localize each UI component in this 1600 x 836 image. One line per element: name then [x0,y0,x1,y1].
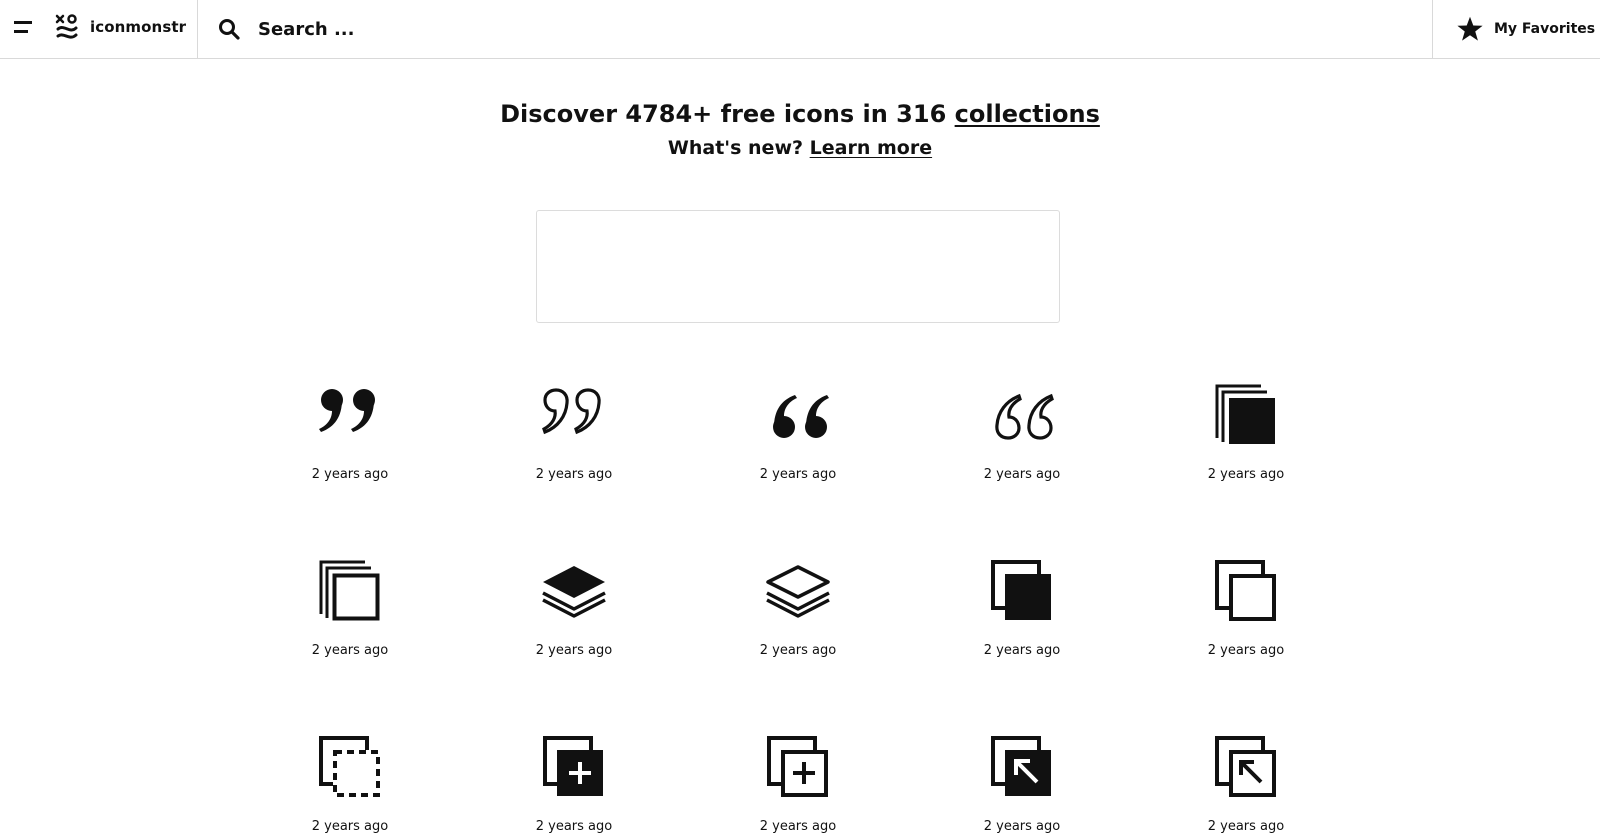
icon-timestamp: 2 years ago [311,819,389,834]
copy-filled-icon [991,560,1051,620]
copy-dashed-icon [319,736,380,797]
icon-card[interactable]: 2 years ago [942,380,1102,484]
icon-timestamp: 2 years ago [983,467,1061,482]
icon-timestamp: 2 years ago [759,643,837,658]
brand-logo-link[interactable]: iconmonstr [54,12,186,42]
collections-link[interactable]: collections [955,100,1100,128]
icon-card[interactable]: 2 years ago [942,732,1102,836]
header-divider [197,0,198,58]
icon-card[interactable]: 2 years ago [942,556,1102,660]
hero-title: Discover 4784+ free icons in 316 collect… [0,96,1600,132]
icon-timestamp: 2 years ago [1207,643,1285,658]
icon-timestamp: 2 years ago [1207,467,1285,482]
icon-card[interactable]: 2 years ago [1166,380,1326,484]
icon-timestamp: 2 years ago [535,819,613,834]
icon-card[interactable]: 2 years ago [718,732,878,836]
quote-close-filled-icon [319,389,375,432]
quote-close-outline-icon [542,388,601,435]
icon-card[interactable]: 2 years ago [270,732,430,836]
copy-arrow-outline-icon [1215,736,1276,797]
icon-card[interactable]: 2 years ago [494,556,654,660]
icon-timestamp: 2 years ago [1207,819,1285,834]
hero-subtitle: What's new? Learn more [0,132,1600,164]
hamburger-menu-icon[interactable] [12,18,34,38]
quote-open-filled-icon [773,395,829,438]
icon-card[interactable]: 2 years ago [1166,556,1326,660]
iconmonstr-logo-icon [55,14,78,39]
ad-placeholder [536,210,1060,323]
learn-more-link[interactable]: Learn more [810,137,932,159]
icon-timestamp: 2 years ago [311,467,389,482]
copy-add-outline-icon [767,736,828,797]
icon-card[interactable]: 2 years ago [718,556,878,660]
my-favorites-label: My Favorites [1494,21,1596,37]
star-icon [1457,16,1483,41]
search-bar[interactable] [218,12,756,46]
icon-timestamp: 2 years ago [535,467,613,482]
icon-timestamp: 2 years ago [311,643,389,658]
icon-card[interactable]: 2 years ago [1166,732,1326,836]
icon-timestamp: 2 years ago [759,467,837,482]
icon-card[interactable]: 2 years ago [270,380,430,484]
icon-timestamp: 2 years ago [983,819,1061,834]
icon-timestamp: 2 years ago [759,819,837,834]
brand-name: iconmonstr [90,18,187,36]
header-divider [1432,0,1433,58]
top-bar: iconmonstr My Favorites [0,0,1600,59]
layers-filled-icon [542,566,606,618]
icon-card[interactable]: 2 years ago [718,380,878,484]
search-input[interactable] [256,14,756,44]
icon-card[interactable]: 2 years ago [270,556,430,660]
copy-outline-icon [1215,560,1276,621]
copy-add-filled-icon [543,736,603,796]
icon-timestamp: 2 years ago [983,643,1061,658]
hero-subtitle-text: What's new? [667,137,810,159]
icon-card[interactable]: 2 years ago [494,732,654,836]
icon-card[interactable]: 2 years ago [494,380,654,484]
stacked-squares-outline-icon [319,560,380,621]
stacked-squares-filled-icon [1215,384,1275,444]
hero-title-text: Discover 4784+ free icons in 316 [500,100,955,128]
quote-open-outline-icon [995,393,1054,440]
icon-timestamp: 2 years ago [535,643,613,658]
copy-arrow-filled-icon [991,736,1051,796]
search-icon[interactable] [218,18,240,40]
layers-outline-icon [766,565,830,618]
my-favorites-button[interactable]: My Favorites [1456,10,1595,48]
hero-section: Discover 4784+ free icons in 316 collect… [0,96,1600,164]
